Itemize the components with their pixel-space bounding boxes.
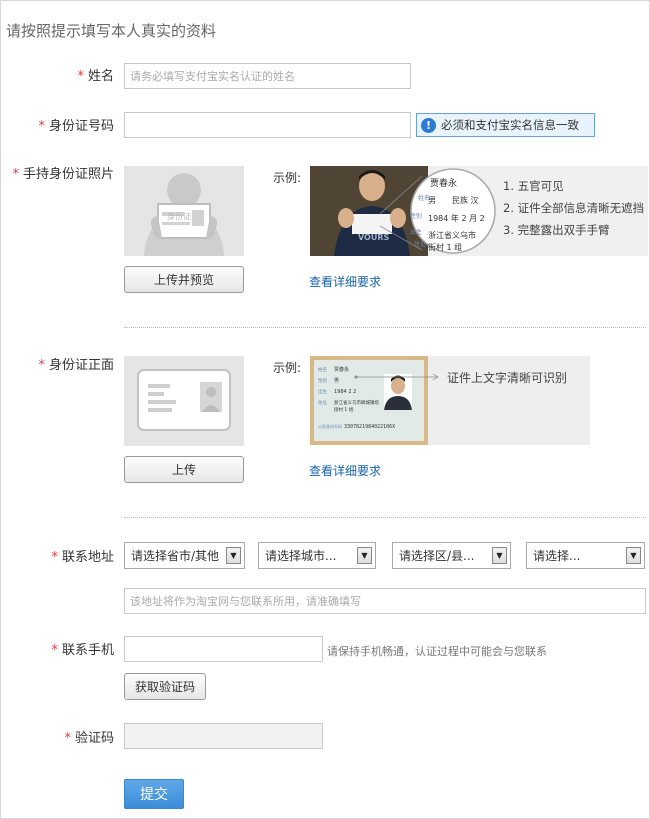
phone-hint: 请保持手机畅通，认证过程中可能会与您联系: [327, 645, 547, 658]
id-front-example-image: 姓名 贾春永 性别 男 出生 1984 2 2 住址 浙江省义乌市稠城镇塔 街村…: [310, 356, 590, 445]
id-front-label: * 身份证正面: [38, 358, 114, 373]
address-detail-placeholder: 该地址将作为淘宝网与您联系所用，请准确填写: [130, 595, 361, 608]
svg-text:住址: 住址: [318, 399, 327, 406]
person-holding-card-icon: 身份证: [144, 173, 224, 256]
id-number-input[interactable]: [124, 112, 411, 138]
svg-text:住址: 住址: [414, 240, 426, 248]
svg-text:身份证: 身份证: [167, 211, 191, 221]
svg-text:民族 汉: 民族 汉: [452, 195, 479, 205]
required-mark: *: [51, 643, 58, 658]
id-front-detail-link[interactable]: 查看详细要求: [309, 462, 381, 479]
section-divider: [124, 517, 646, 518]
id-number-label: * 身份证号码: [38, 119, 114, 134]
street-select[interactable]: 请选择... ▼: [526, 542, 645, 569]
svg-text:贾春永: 贾春永: [334, 366, 349, 373]
svg-text:男: 男: [428, 196, 436, 205]
svg-text:性别: 性别: [318, 377, 327, 384]
step-item: 3. 完整露出双手手臂: [503, 223, 610, 237]
svg-text:出生: 出生: [410, 228, 422, 236]
required-mark: *: [38, 358, 45, 373]
phone-input[interactable]: [124, 636, 323, 662]
province-select-value: 请选择省市/其他: [131, 549, 220, 563]
chevron-down-icon: ▼: [492, 547, 507, 564]
district-select-value: 请选择区/县...: [399, 549, 475, 563]
id-card-icon: [137, 369, 231, 431]
svg-text:出生: 出生: [318, 388, 327, 395]
svg-text:VOURS: VOURS: [358, 233, 390, 242]
svg-text:姓名: 姓名: [318, 366, 327, 373]
svg-text:街村 1 组: 街村 1 组: [334, 406, 354, 413]
verify-code-input[interactable]: [124, 723, 323, 749]
handheld-photo-label: * 手持身份证照片: [12, 167, 114, 182]
svg-text:浙江省义乌市稠城镇塔: 浙江省义乌市稠城镇塔: [334, 399, 379, 406]
chevron-down-icon: ▼: [226, 547, 241, 564]
address-detail-input[interactable]: 该地址将作为淘宝网与您联系所用，请准确填写: [124, 588, 646, 614]
svg-text:3307821984022106X: 3307821984022106X: [344, 424, 395, 430]
handheld-example-image: VOURS 姓名 性别 出生 住址 贾春永 男 民族 汉 1984 年 2 月 …: [310, 166, 648, 256]
svg-text:浙江省义乌市: 浙江省义乌市: [428, 230, 476, 240]
district-select[interactable]: 请选择区/县... ▼: [392, 542, 511, 569]
city-select-value: 请选择城市...: [265, 549, 337, 563]
section-divider: [124, 327, 646, 328]
id-front-example-note: 证件上文字清晰可识别: [447, 371, 568, 385]
chevron-down-icon: ▼: [357, 547, 372, 564]
handheld-detail-link[interactable]: 查看详细要求: [309, 273, 381, 290]
submit-button[interactable]: 提交: [124, 779, 184, 809]
svg-text:1984 2 2: 1984 2 2: [334, 389, 356, 395]
info-icon: !: [421, 117, 436, 133]
name-input[interactable]: 请务必填写支付宝实名认证的姓名: [124, 63, 411, 89]
province-select[interactable]: 请选择省市/其他 ▼: [124, 542, 245, 569]
phone-label: * 联系手机: [51, 643, 114, 658]
svg-text:公民身份号码: 公民身份号码: [318, 423, 342, 429]
id-front-example-label: 示例:: [273, 361, 302, 375]
name-placeholder: 请务必填写支付宝实名认证的姓名: [130, 70, 295, 83]
required-mark: *: [77, 69, 84, 84]
svg-text:贾春永: 贾春永: [430, 177, 457, 189]
required-mark: *: [38, 119, 45, 134]
upload-preview-button[interactable]: 上传并预览: [124, 266, 244, 293]
svg-text:男: 男: [334, 378, 339, 384]
required-mark: *: [51, 550, 58, 565]
street-select-value: 请选择...: [533, 549, 581, 563]
verify-code-label: * 验证码: [64, 731, 114, 746]
address-label: * 联系地址: [51, 550, 114, 565]
city-select[interactable]: 请选择城市... ▼: [258, 542, 376, 569]
id-front-placeholder: [124, 356, 244, 446]
required-mark: *: [64, 731, 71, 746]
id-number-hint: ! 必须和支付宝实名信息一致: [416, 113, 595, 137]
get-code-button[interactable]: 获取验证码: [124, 673, 206, 700]
step-item: 2. 证件全部信息清晰无遮挡: [503, 201, 645, 215]
chevron-down-icon: ▼: [626, 547, 641, 564]
step-item: 1. 五官可见: [503, 179, 564, 193]
svg-text:性别: 性别: [410, 212, 422, 220]
svg-text:1984 年 2 月 2: 1984 年 2 月 2: [428, 213, 485, 223]
svg-text:街村 1 组: 街村 1 组: [428, 242, 462, 252]
upload-button[interactable]: 上传: [124, 456, 244, 483]
handheld-photo-placeholder: 身份证: [124, 166, 244, 256]
id-number-hint-text: 必须和支付宝实名信息一致: [441, 118, 579, 132]
handheld-example-steps: 1. 五官可见 2. 证件全部信息清晰无遮挡 3. 完整露出双手手臂: [503, 175, 644, 241]
required-mark: *: [12, 167, 19, 182]
name-label: * 姓名: [77, 69, 114, 84]
page-title: 请按照提示填写本人真实的资料: [6, 22, 217, 40]
handheld-example-label: 示例:: [273, 171, 302, 185]
